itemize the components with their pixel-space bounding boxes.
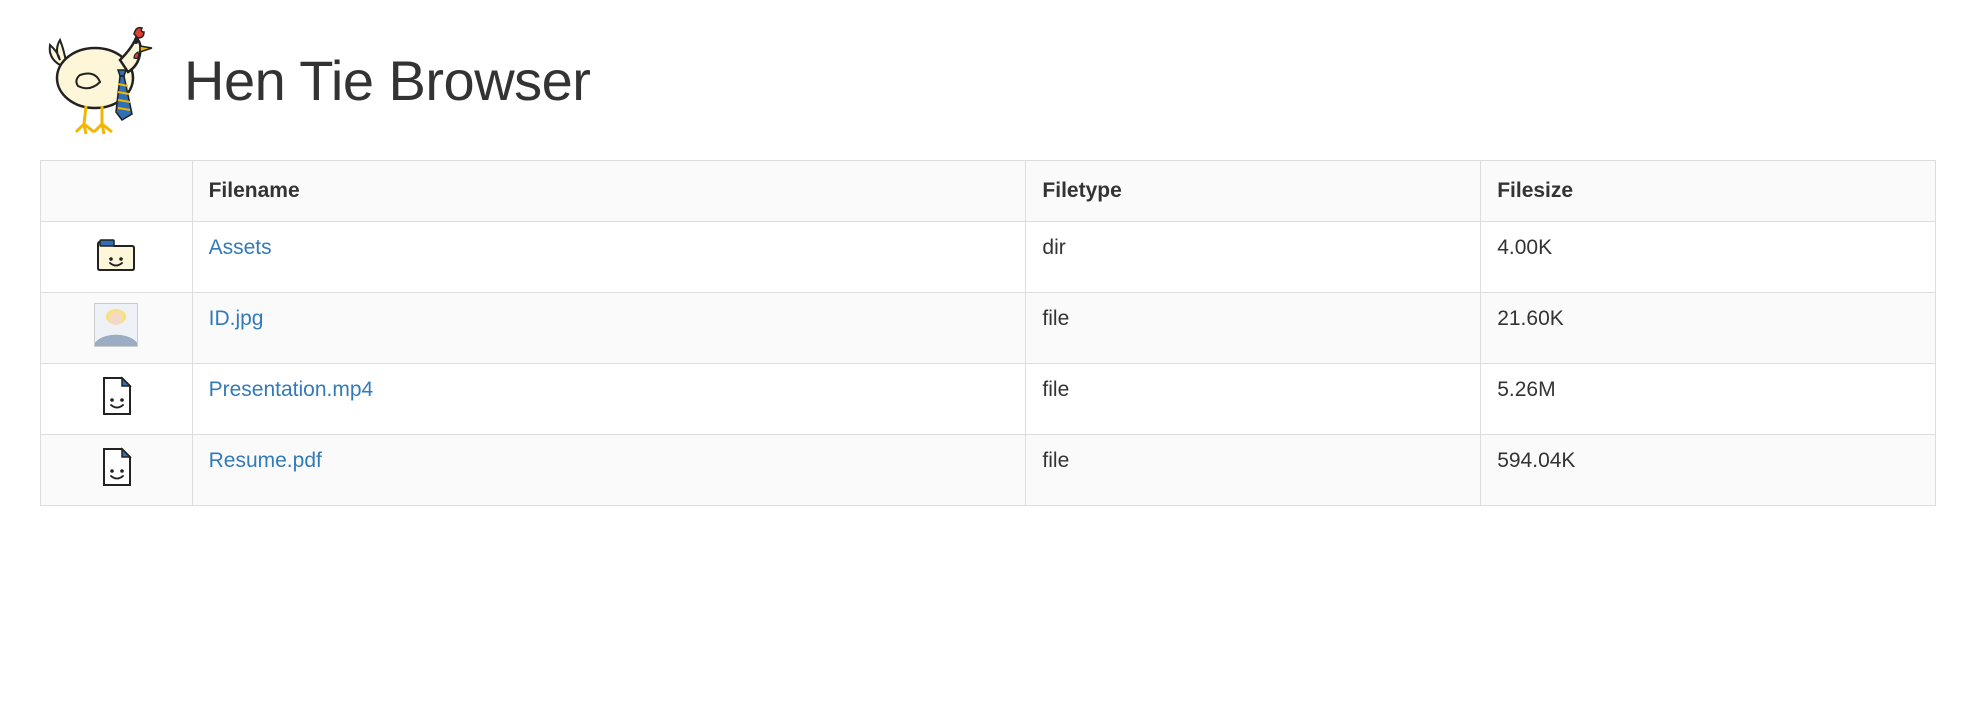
- table-row: Resume.pdf file 594.04K: [41, 435, 1936, 506]
- table-header-row: Filename Filetype Filesize: [41, 161, 1936, 222]
- file-link[interactable]: Assets: [209, 236, 272, 259]
- table-row: ID.jpg file 21.60K: [41, 293, 1936, 364]
- row-icon-cell: [41, 293, 193, 364]
- row-size-cell: 5.26M: [1481, 364, 1936, 435]
- row-type-cell: dir: [1026, 222, 1481, 293]
- row-icon-cell: [41, 435, 193, 506]
- row-icon-cell: [41, 364, 193, 435]
- table-header-filename: Filename: [192, 161, 1026, 222]
- table-header-filesize: Filesize: [1481, 161, 1936, 222]
- row-type-cell: file: [1026, 293, 1481, 364]
- row-icon-cell: [41, 222, 193, 293]
- row-size-cell: 594.04K: [1481, 435, 1936, 506]
- row-type-cell: file: [1026, 364, 1481, 435]
- table-header-icon: [41, 161, 193, 222]
- table-header-filetype: Filetype: [1026, 161, 1481, 222]
- file-link[interactable]: Resume.pdf: [209, 449, 322, 472]
- row-name-cell: Presentation.mp4: [192, 364, 1026, 435]
- table-row: Presentation.mp4 file 5.26M: [41, 364, 1936, 435]
- file-icon: [94, 445, 138, 489]
- row-name-cell: ID.jpg: [192, 293, 1026, 364]
- file-icon: [94, 374, 138, 418]
- table-row: Assets dir 4.00K: [41, 222, 1936, 293]
- page-header: Hen Tie Browser: [40, 20, 1936, 140]
- hen-tie-logo-icon: [40, 20, 160, 140]
- folder-icon: [94, 232, 138, 276]
- row-name-cell: Resume.pdf: [192, 435, 1026, 506]
- photo-thumbnail-icon: [94, 303, 138, 347]
- row-size-cell: 21.60K: [1481, 293, 1936, 364]
- file-link[interactable]: ID.jpg: [209, 307, 264, 330]
- row-size-cell: 4.00K: [1481, 222, 1936, 293]
- file-link[interactable]: Presentation.mp4: [209, 378, 374, 401]
- row-name-cell: Assets: [192, 222, 1026, 293]
- page-title: Hen Tie Browser: [184, 48, 590, 113]
- row-type-cell: file: [1026, 435, 1481, 506]
- file-table: Filename Filetype Filesize: [40, 160, 1936, 506]
